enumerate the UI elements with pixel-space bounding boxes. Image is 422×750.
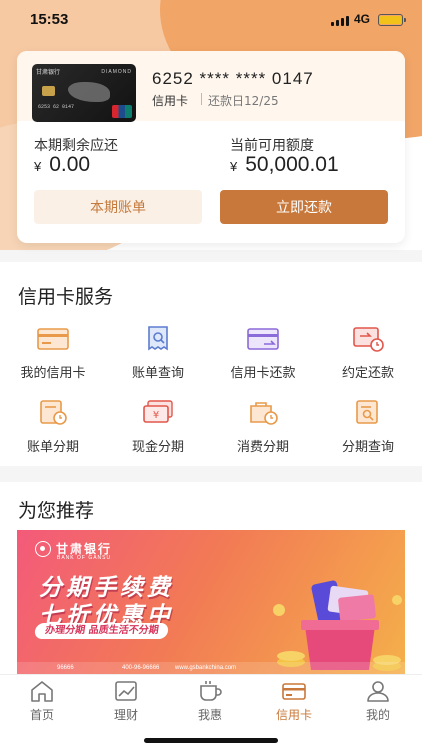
svg-text:¥: ¥ bbox=[153, 410, 159, 421]
remaining-value: 0.00 bbox=[49, 153, 91, 176]
banner-footer-text: 400-96-96666 bbox=[122, 665, 160, 671]
available-amount: ¥50,000.01 bbox=[230, 153, 339, 177]
service-cash-installment[interactable]: ¥ 现金分期 bbox=[108, 400, 208, 455]
network-type: 4G bbox=[354, 12, 371, 26]
bank-logo-icon bbox=[35, 540, 51, 557]
banner-bank-name-en: BANK OF GANSU bbox=[57, 555, 112, 561]
card-services-section: 信用卡服务 我的信用卡 账单查询 信用卡还款 约定还款 账单分期 ¥ 现金分期 … bbox=[0, 262, 422, 466]
card-image-number: 6253 62 0147 bbox=[38, 104, 75, 110]
card-info-header[interactable]: 甘肃银行 DIAMOND 6253 62 0147 6252 **** ****… bbox=[17, 51, 405, 122]
available-value: 50,000.01 bbox=[245, 153, 339, 176]
cash-installment-icon: ¥ bbox=[143, 400, 173, 423]
service-bill-inquiry[interactable]: 账单查询 bbox=[108, 326, 208, 381]
remaining-label: 本期剩余应还 bbox=[34, 138, 118, 154]
unionpay-icon bbox=[112, 105, 132, 118]
service-label: 消费分期 bbox=[236, 440, 289, 455]
tab-wealth[interactable]: 理财 bbox=[91, 679, 161, 723]
service-scheduled-repayment[interactable]: 约定还款 bbox=[318, 326, 418, 381]
tab-offers[interactable]: 我惠 bbox=[175, 679, 245, 723]
repay-now-button[interactable]: 立即还款 bbox=[220, 190, 388, 224]
due-date: 还款日12/25 bbox=[208, 94, 279, 108]
tab-label: 我的 bbox=[365, 708, 390, 722]
service-label: 账单查询 bbox=[131, 366, 184, 381]
divider bbox=[201, 93, 202, 105]
recommend-section: 为您推荐 甘肃银行 BANK OF GANSU 分期手续费 七折优惠中 办理分期… bbox=[0, 482, 422, 678]
service-card-repayment[interactable]: 信用卡还款 bbox=[213, 326, 313, 381]
signal-icon bbox=[331, 16, 349, 26]
section-title: 为您推荐 bbox=[18, 500, 95, 522]
section-title: 信用卡服务 bbox=[18, 286, 114, 308]
tab-label: 我惠 bbox=[197, 708, 222, 722]
card-repay-icon bbox=[247, 328, 279, 350]
status-time: 15:53 bbox=[30, 11, 69, 28]
credit-card-panel[interactable]: 甘肃银行 DIAMOND 6253 62 0147 6252 **** ****… bbox=[17, 51, 405, 243]
bank-logo: 甘肃银行 BANK OF GANSU bbox=[35, 540, 112, 561]
credit-card-icon bbox=[282, 683, 306, 700]
tab-home[interactable]: 首页 bbox=[7, 679, 77, 723]
promo-banner[interactable]: 甘肃银行 BANK OF GANSU 分期手续费 七折优惠中 办理分期 品质生活… bbox=[17, 530, 405, 678]
home-indicator[interactable] bbox=[144, 738, 278, 743]
service-label: 信用卡还款 bbox=[230, 366, 296, 381]
installment-search-icon bbox=[356, 400, 378, 424]
tab-credit-card[interactable]: 信用卡 bbox=[259, 679, 329, 723]
currency-symbol: ¥ bbox=[230, 159, 238, 174]
service-bill-installment[interactable]: 账单分期 bbox=[3, 400, 103, 455]
service-label: 账单分期 bbox=[26, 440, 79, 455]
service-label: 分期查询 bbox=[341, 440, 394, 455]
battery-icon bbox=[378, 14, 406, 26]
service-installment-inquiry[interactable]: 分期查询 bbox=[318, 400, 418, 455]
service-label: 约定还款 bbox=[341, 366, 394, 381]
tab-label: 信用卡 bbox=[275, 708, 312, 722]
consumption-installment-icon bbox=[250, 402, 278, 425]
card-image: 甘肃银行 DIAMOND 6253 62 0147 bbox=[32, 64, 136, 122]
home-icon bbox=[31, 681, 53, 702]
tab-profile[interactable]: 我的 bbox=[343, 679, 413, 723]
banner-tagline: 办理分期 品质生活不分期 bbox=[33, 623, 170, 639]
tab-label: 理财 bbox=[113, 708, 138, 722]
card-image-bank-name: 甘肃银行 bbox=[36, 69, 61, 76]
available-label: 当前可用额度 bbox=[230, 138, 314, 154]
service-consumption-installment[interactable]: 消费分期 bbox=[213, 400, 313, 455]
banner-footer-text: www.gsbankchina.com bbox=[175, 665, 237, 671]
card-image-tier: DIAMOND bbox=[101, 69, 132, 75]
credit-card-icon bbox=[37, 328, 69, 350]
service-my-credit-card[interactable]: 我的信用卡 bbox=[3, 326, 103, 381]
service-label: 我的信用卡 bbox=[20, 366, 86, 381]
banner-footer-text: 96666 bbox=[57, 665, 74, 671]
card-number: 6252 **** **** 0147 bbox=[152, 69, 314, 88]
remaining-amount: ¥0.00 bbox=[34, 153, 90, 177]
coffee-icon bbox=[200, 681, 222, 701]
bill-search-icon bbox=[148, 326, 168, 351]
card-type: 信用卡 bbox=[152, 94, 189, 108]
current-statement-button[interactable]: 本期账单 bbox=[34, 190, 202, 224]
status-bar: 15:53 4G bbox=[0, 0, 422, 40]
tab-label: 首页 bbox=[29, 708, 54, 722]
service-label: 现金分期 bbox=[131, 440, 184, 455]
currency-symbol: ¥ bbox=[34, 159, 42, 174]
user-icon bbox=[367, 681, 389, 702]
chart-icon bbox=[115, 681, 137, 701]
bill-installment-icon bbox=[40, 400, 67, 425]
scheduled-repay-icon bbox=[353, 327, 384, 352]
